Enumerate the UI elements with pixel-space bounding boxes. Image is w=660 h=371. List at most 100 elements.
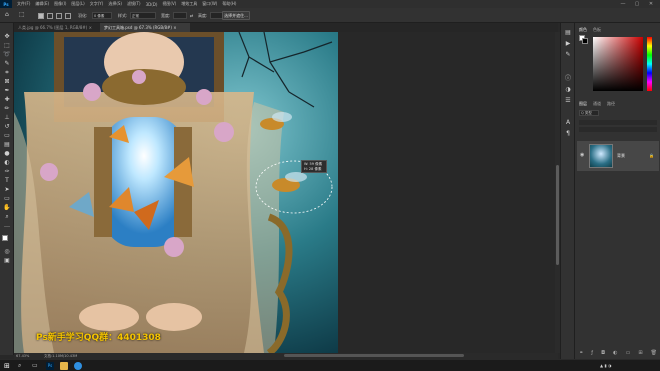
search-icon[interactable]: ⌕ [18,362,26,370]
menu-3d[interactable]: 3D(D) [146,2,158,7]
zoom-icon[interactable]: ⌕ [3,213,11,221]
browser-icon[interactable] [74,362,82,370]
marquee-icon[interactable]: ⬚ [3,42,11,50]
home-icon[interactable]: ⌂ [5,11,9,18]
more-tools-icon[interactable]: … [3,222,11,230]
mask-icon[interactable]: ◘ [601,350,605,357]
selection-size-tooltip: W: 59 像素 H: 28 像素 [301,160,327,173]
background-swatch[interactable] [582,38,588,44]
menu-file[interactable]: 文件(F) [17,1,30,7]
dodge-icon[interactable]: ◐ [3,159,11,167]
layer-filter-label: Q 类型 [581,111,592,115]
crop-icon[interactable]: ⌗ [3,69,11,77]
healing-brush-icon[interactable]: ✚ [3,96,11,104]
play-actions-icon[interactable]: ▶ [564,40,572,48]
swap-icon[interactable]: ⇄ [190,12,193,19]
photoshop-icon[interactable]: Ps [46,362,54,370]
gradient-icon[interactable]: ▤ [3,141,11,149]
artwork-image[interactable] [14,32,338,353]
zoom-level[interactable]: 67.43% [16,354,29,358]
fx-icon[interactable]: ƒ [591,350,593,357]
brush-settings-icon[interactable]: ✎ [564,51,572,59]
lasso-icon[interactable]: ➰ [3,51,11,59]
subtract-selection-icon[interactable] [56,13,62,19]
menu-plugins[interactable]: 增效工具 [181,1,197,7]
clone-stamp-icon[interactable]: ⊥ [3,114,11,122]
type-icon[interactable]: T [3,177,11,185]
select-and-mask-button[interactable]: 选择并遮住... [222,11,250,20]
style-select[interactable]: 正常 [130,12,156,19]
paragraph-panel-icon[interactable]: ¶ [564,130,572,138]
character-panel-icon[interactable]: A [564,119,572,127]
canvas-area[interactable]: W: 59 像素 H: 28 像素 [14,32,558,353]
tab-document-1[interactable]: 人类.jpg @ 66.7% (图层 1, RGB/8#) × [14,23,98,32]
tab-layers[interactable]: 图层 [579,101,587,107]
info-panel-icon[interactable]: ⓘ [564,75,572,83]
hand-icon[interactable]: ✋ [3,204,11,212]
minimize-button[interactable]: — [618,0,628,8]
tray-icons[interactable]: ▲ ▮ ◑ [600,363,611,368]
blend-mode-row[interactable] [579,120,657,125]
document-tabs: 人类.jpg @ 66.7% (图层 1, RGB/8#) × 梦幻工具箱.ps… [14,23,558,32]
menu-filter[interactable]: 滤镜(T) [127,1,141,7]
move-tool-icon[interactable]: ✥ [3,33,11,41]
eyedropper-icon[interactable]: ✒ [3,87,11,95]
screen-mode-icon[interactable]: ▣ [3,257,11,265]
pen-icon[interactable]: ✑ [3,168,11,176]
width-input[interactable] [173,12,187,19]
tab-swatches[interactable]: 色板 [593,27,601,33]
menu-image[interactable]: 图像(I) [54,1,66,7]
width-label: 宽度: [161,13,171,18]
close-button[interactable]: ✕ [646,0,656,8]
menu-type[interactable]: 文字(Y) [90,1,104,7]
new-layer-icon[interactable]: ⊞ [638,350,642,357]
adjustments-panel-icon[interactable]: ◑ [564,86,572,94]
vertical-scrollbar-thumb[interactable] [556,165,559,265]
lock-row[interactable] [579,127,657,132]
folder-icon[interactable] [60,362,68,370]
layer-row[interactable]: ◉ 背景 🔒 [577,141,659,171]
menu-window[interactable]: 窗口(W) [202,1,217,7]
layer-name[interactable]: 背景 [617,153,625,159]
marquee-tool-icon[interactable]: ⬚ [19,11,25,18]
quick-select-icon[interactable]: ✎ [3,60,11,68]
link-layers-icon[interactable]: ⚭ [579,350,583,357]
quick-mask-icon[interactable]: ◎ [3,248,11,256]
blur-icon[interactable]: ● [3,150,11,158]
rectangle-icon[interactable]: ▭ [3,195,11,203]
path-select-icon[interactable]: ➤ [3,186,11,194]
tab-color[interactable]: 颜色 [579,27,587,33]
menu-select[interactable]: 选择(S) [108,1,122,7]
properties-panel-icon[interactable]: ☰ [564,97,572,105]
menu-edit[interactable]: 编辑(E) [35,1,49,7]
new-selection-icon[interactable] [38,13,44,19]
style-label: 样式: [118,13,128,18]
menu-help[interactable]: 帮助(H) [222,1,236,7]
adjustment-layer-icon[interactable]: ◐ [613,350,617,357]
add-selection-icon[interactable] [47,13,53,19]
history-brush-icon[interactable]: ↺ [3,123,11,131]
eraser-icon[interactable]: ▭ [3,132,11,140]
brush-icon[interactable]: ✏ [3,105,11,113]
history-panel-icon[interactable]: ▤ [564,29,572,37]
hue-slider[interactable] [647,37,652,91]
delete-layer-icon[interactable]: 🗑 [651,350,657,357]
menu-bar: Ps 文件(F) 编辑(E) 图像(I) 图层(L) 文字(Y) 选择(S) 滤… [0,0,660,8]
layer-filter-select[interactable]: Q 类型 [579,110,599,116]
frame-icon[interactable]: ⊠ [3,78,11,86]
horizontal-scrollbar-thumb[interactable] [284,354,464,357]
foreground-color-swatch[interactable] [2,235,8,241]
tab-channels[interactable]: 通道 [593,101,601,107]
tab-paths[interactable]: 路径 [607,101,615,107]
group-icon[interactable]: ▭ [626,350,631,357]
maximize-button[interactable]: ▢ [632,0,642,8]
menu-view[interactable]: 视图(V) [162,1,176,7]
windows-start-icon[interactable]: ⊞ [4,362,12,370]
tab-document-2[interactable]: 梦幻工具箱.psd @ 67.3% (RGB/8#) × [100,23,190,32]
menu-layer[interactable]: 图层(L) [71,1,84,7]
color-picker-field[interactable] [593,37,643,91]
visibility-eye-icon[interactable]: ◉ [580,152,584,158]
feather-input[interactable]: 0 像素 [92,12,112,19]
intersect-selection-icon[interactable] [65,13,71,19]
task-view-icon[interactable]: ▭ [32,362,40,370]
